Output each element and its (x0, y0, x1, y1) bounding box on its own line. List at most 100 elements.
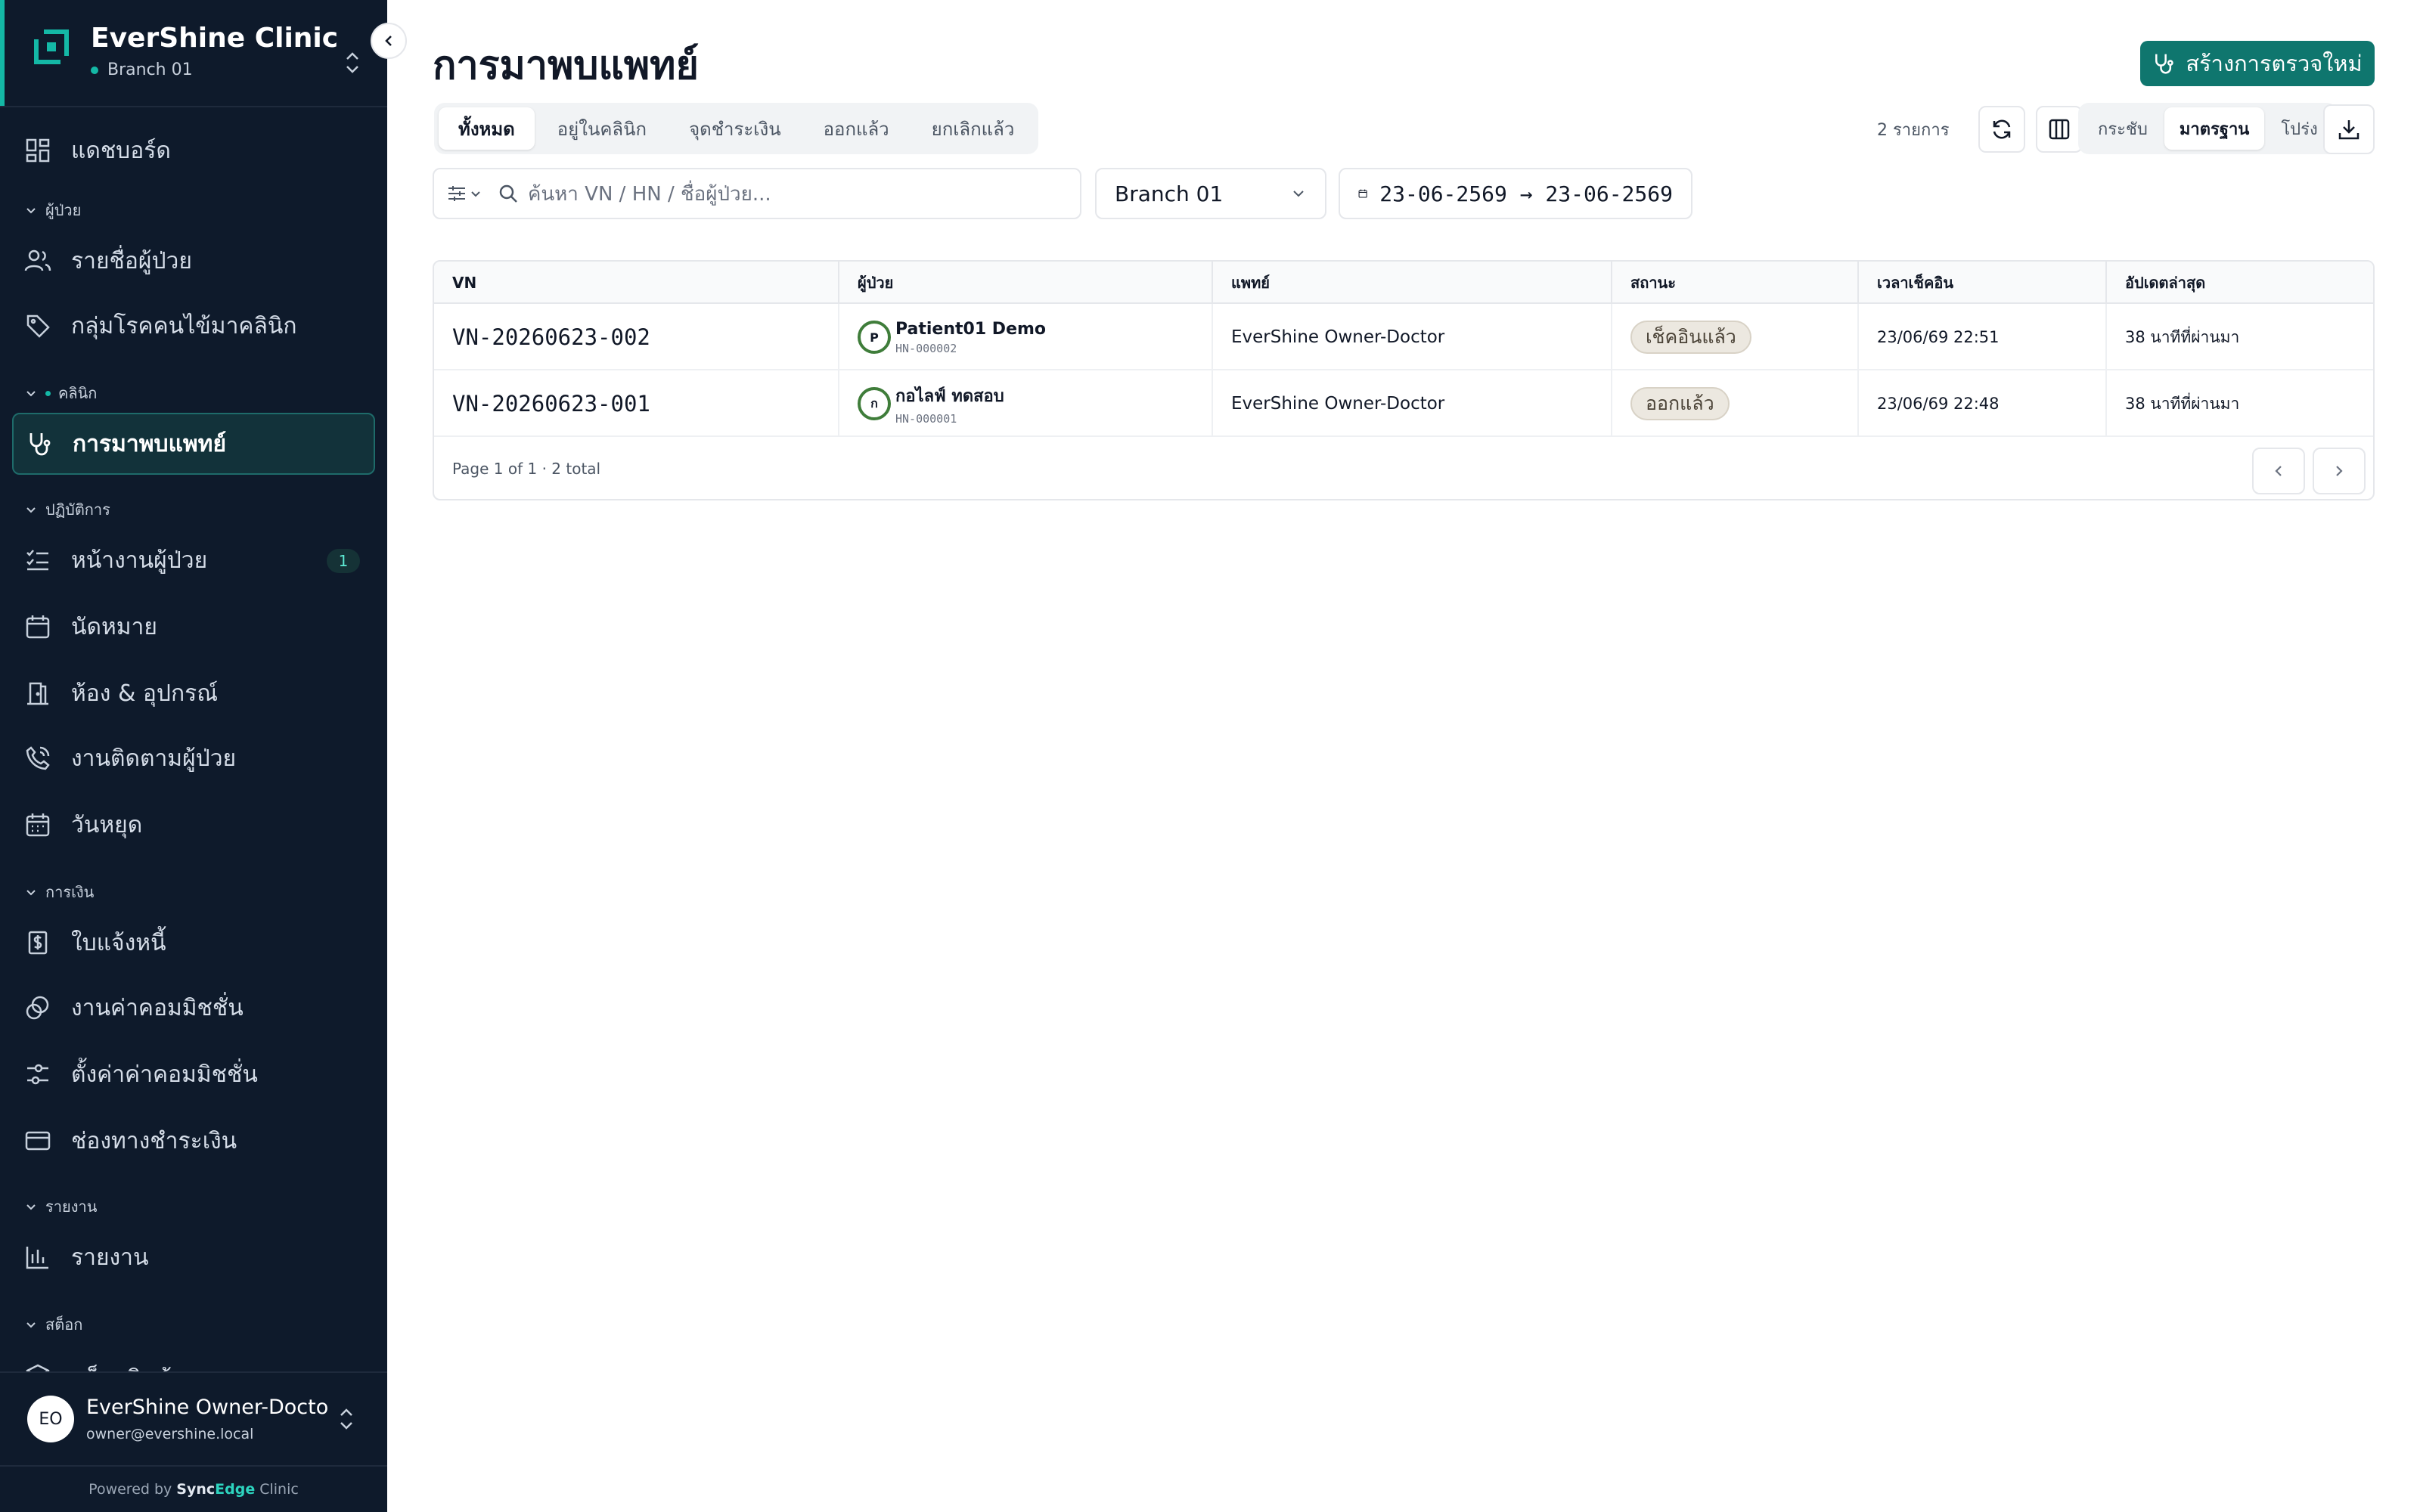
next-page-button[interactable] (2313, 448, 2366, 494)
filter-toggle[interactable] (434, 169, 495, 218)
chevrons-updown-icon (340, 1408, 352, 1430)
patient-hn: HN-000001 (895, 411, 957, 426)
section-reports[interactable]: รายงาน (24, 1194, 97, 1219)
users-icon (23, 246, 53, 276)
branch-select[interactable]: Branch 01 (1095, 168, 1326, 219)
search-bar: ค้นหา VN / HN / ชื่อผู้ป่วย... (433, 168, 1081, 219)
table-header: VN ผู้ป่วย แพทย์ สถานะ เวลาเช็คอิน อัปเด… (434, 262, 2373, 304)
date-range-picker[interactable]: 23-06-2569 → 23-06-2569 (1339, 168, 1692, 219)
refresh-icon (1993, 119, 2011, 139)
cell-patient: P Patient01 Demo HN-000002 (839, 304, 1213, 370)
clinic-name: EverShine Clinic (91, 23, 339, 54)
list-checks-icon (23, 545, 53, 575)
sidebar-item-invoices[interactable]: ใบแจ้งหนี้ (12, 912, 375, 974)
section-label: การเงิน (45, 883, 95, 901)
tab-cancelled[interactable]: ยกเลิกแล้ว (912, 107, 1035, 150)
sidebar-item-holidays[interactable]: วันหยุด (12, 794, 375, 856)
columns-button[interactable] (2036, 106, 2083, 153)
section-label: สต็อก (45, 1315, 83, 1334)
sidebar-item-label: งานติดตามผู้ป่วย (71, 745, 237, 772)
refresh-button[interactable] (1978, 106, 2025, 153)
export-button[interactable] (2323, 104, 2375, 154)
sidebar-item-chronic-groups[interactable]: กลุ่มโรคคนไข้มาคลินิก (12, 295, 375, 357)
sidebar-item-stock[interactable]: สต็อกสินค้า (12, 1344, 375, 1371)
tab-in-clinic[interactable]: อยู่ในคลินิก (538, 107, 666, 150)
columns-icon (2049, 119, 2070, 140)
sidebar-item-label: แดชบอร์ด (71, 137, 171, 164)
sidebar-item-commission-jobs[interactable]: งานค่าคอมมิชชั่น (12, 977, 375, 1039)
branch-indicator: Branch 01 (91, 60, 193, 79)
user-name: EverShine Owner-Doctor (86, 1396, 328, 1419)
user-avatar: EO (27, 1396, 74, 1442)
column-header-status[interactable]: สถานะ (1612, 262, 1859, 304)
chevron-down-icon (26, 1204, 36, 1210)
column-header-patient[interactable]: ผู้ป่วย (839, 262, 1213, 304)
table-footer: Page 1 of 1 · 2 total (434, 437, 2373, 499)
column-header-vn[interactable]: VN (434, 262, 839, 304)
sidebar-item-rooms[interactable]: ห้อง & อุปกรณ์ (12, 662, 375, 724)
sidebar-item-visits[interactable]: การมาพบแพทย์ (12, 413, 375, 475)
table-row[interactable]: VN-20260623-002 P Patient01 Demo HN-0000… (434, 304, 2373, 370)
chevron-down-icon (1293, 191, 1304, 197)
cell-status: เช็คอินแล้ว (1612, 304, 1859, 370)
table-row[interactable]: VN-20260623-001 ก กอไลฟ์ ทดสอบ HN-000001… (434, 370, 2373, 437)
sidebar-item-label: รายชื่อผู้ป่วย (71, 247, 192, 274)
sliders-icon (23, 1059, 53, 1089)
powered-suffix: Clinic (259, 1481, 299, 1498)
sidebar-item-label: วันหยุด (71, 811, 143, 838)
column-header-checkin[interactable]: เวลาเช็คอิน (1859, 262, 2107, 304)
section-patients[interactable]: ผู้ป่วย (24, 198, 81, 222)
density-compact[interactable]: กระชับ (2083, 107, 2163, 150)
cell-updated: 38 นาทีที่ผ่านมา (2125, 327, 2240, 346)
search-input[interactable]: ค้นหา VN / HN / ชื่อผู้ป่วย... (528, 178, 771, 209)
section-clinic[interactable]: คลินิก (24, 381, 97, 405)
user-menu[interactable]: EO EverShine Owner-Doctor owner@evershin… (0, 1371, 387, 1465)
cell-checkin: 23/06/69 22:48 (1859, 370, 2107, 437)
chevron-left-icon (385, 36, 392, 46)
previous-page-button[interactable] (2252, 448, 2305, 494)
sidebar-item-label: สต็อกสินค้า (71, 1361, 185, 1371)
section-stock[interactable]: สต็อก (24, 1312, 82, 1337)
sidebar-item-label: ห้อง & อุปกรณ์ (71, 680, 219, 707)
sidebar-item-patient-list[interactable]: รายชื่อผู้ป่วย (12, 230, 375, 292)
status-badge: ออกแล้ว (1630, 387, 1730, 420)
sidebar-item-patient-queue[interactable]: หน้างานผู้ป่วย 1 (12, 529, 375, 591)
sidebar-item-commission-settings[interactable]: ตั้งค่าค่าคอมมิชชั่น (12, 1043, 375, 1105)
sidebar-item-label: หน้างานผู้ป่วย (71, 547, 208, 574)
create-visit-button[interactable]: สร้างการตรวจใหม่ (2140, 41, 2375, 86)
page-title: การมาพบแพทย์ (433, 43, 699, 88)
density-toggle: กระชับ มาตรฐาน โปร่ง (2078, 103, 2338, 154)
column-header-doctor[interactable]: แพทย์ (1213, 262, 1612, 304)
sidebar-item-payment-channels[interactable]: ช่องทางชำระเงิน (12, 1110, 375, 1172)
cell-vn: VN-20260623-001 (434, 370, 839, 437)
coins-icon (23, 993, 53, 1023)
tab-discharged[interactable]: ออกแล้ว (804, 107, 909, 150)
tab-checkout[interactable]: จุดชำระเงิน (669, 107, 801, 150)
queue-count-badge: 1 (327, 549, 360, 573)
sidebar-item-label: การมาพบแพทย์ (73, 430, 227, 457)
sidebar-item-dashboard[interactable]: แดชบอร์ด (12, 119, 375, 181)
cell-doctor: EverShine Owner-Doctor (1213, 370, 1612, 437)
tab-all[interactable]: ทั้งหมด (439, 107, 535, 150)
branch-name: Branch 01 (107, 60, 193, 79)
sidebar-item-followup[interactable]: งานติดตามผู้ป่วย (12, 727, 375, 789)
column-header-updated[interactable]: อัปเดตล่าสุด (2107, 262, 2373, 304)
calendar-icon (23, 612, 53, 642)
section-finance[interactable]: การเงิน (24, 880, 94, 904)
calendar-days-icon (23, 810, 53, 840)
sidebar-item-reports[interactable]: รายงาน (12, 1226, 375, 1288)
section-operations[interactable]: ปฏิบัติการ (24, 497, 110, 522)
chevron-down-icon (471, 191, 480, 197)
powered-brand: SyncEdge (176, 1481, 255, 1498)
brand-switcher[interactable]: EverShine Clinic Branch 01 (30, 20, 363, 95)
sidebar-item-label: กลุ่มโรคคนไข้มาคลินิก (71, 312, 297, 339)
sidebar: EverShine Clinic Branch 01 แดชบอร์ด ผู้ป… (0, 0, 387, 1512)
patient-info: กอไลฟ์ ทดสอบ HN-000001 (895, 383, 1004, 426)
calendar-icon (1358, 189, 1367, 198)
density-standard[interactable]: มาตรฐาน (2164, 107, 2265, 150)
section-label: ผู้ป่วย (45, 201, 82, 219)
sidebar-item-appointments[interactable]: นัดหมาย (12, 596, 375, 658)
sidebar-collapse-button[interactable] (371, 23, 407, 59)
status-tabs: ทั้งหมด อยู่ในคลินิก จุดชำระเงิน ออกแล้ว… (434, 103, 1039, 154)
sidebar-item-label: ใบแจ้งหนี้ (71, 929, 166, 956)
